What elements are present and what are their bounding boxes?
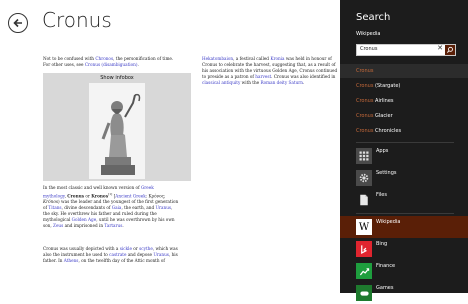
link-mythology[interactable]: mythology [43, 193, 65, 198]
back-button[interactable] [8, 13, 28, 33]
search-input[interactable]: Cronus [360, 46, 377, 52]
link-athens[interactable]: Athens [64, 258, 79, 263]
suggestion-cronus-airlines[interactable]: Cronus Airlines [340, 94, 468, 108]
back-arrow-icon [13, 18, 22, 28]
search-scope[interactable]: Wikipedia [356, 31, 380, 37]
app-bing[interactable]: Bing [340, 238, 468, 260]
app-label: Apps [376, 148, 389, 154]
app-finance[interactable]: Finance [340, 260, 468, 282]
app-label: Files [376, 192, 387, 198]
search-title: Search [356, 12, 391, 23]
suggestion-cronus-chronicles[interactable]: Cronus Chronicles [340, 124, 468, 138]
bing-icon [356, 241, 372, 257]
games-icon [356, 285, 372, 301]
app-apps[interactable]: Apps [340, 145, 468, 167]
link-greek[interactable]: Greek [141, 185, 154, 190]
article-page: Cronus Not to be confused with Chronos, … [0, 0, 340, 293]
app-files[interactable]: Files [340, 189, 468, 211]
search-button[interactable] [445, 45, 455, 55]
app-label: Finance [376, 263, 396, 269]
apps-grid-icon [356, 148, 372, 164]
link-ancient-greek[interactable]: Ancient Greek [115, 193, 145, 198]
search-icon [446, 46, 453, 53]
link-disambiguation[interactable]: Cronus (disambiguation) [85, 62, 138, 67]
app-label: Settings [376, 170, 397, 176]
link-scythe[interactable]: scythe [139, 246, 153, 251]
search-box[interactable]: Cronus ✕ [356, 44, 456, 56]
link-tartarus[interactable]: Tartarus [104, 223, 122, 228]
link-uranus[interactable]: Uranus [156, 205, 172, 210]
link-roman-saturn[interactable]: Roman deity Saturn [260, 80, 303, 85]
link-uranus-2[interactable]: Uranus [153, 252, 169, 257]
link-sickle[interactable]: sickle [120, 246, 132, 251]
clear-icon[interactable]: ✕ [437, 44, 443, 52]
article-paragraph-2: Cronus was usually depicted with a sickl… [43, 246, 178, 263]
link-titans[interactable]: Titans [48, 205, 61, 210]
suggestion-label: Cronus Glacier [356, 113, 393, 119]
link-kronia[interactable]: Kronia [270, 56, 284, 61]
suggestion-cronus[interactable]: Cronus [340, 64, 468, 78]
finance-icon [356, 263, 372, 279]
app-games[interactable]: Games [340, 282, 468, 304]
link-harvest[interactable]: harvest [255, 74, 271, 79]
wikipedia-icon: W [356, 219, 372, 235]
suggestion-label: Cronus Airlines [356, 98, 394, 104]
link-classical-antiquity[interactable]: classical antiquity [202, 80, 240, 85]
link-gaia[interactable]: Gaia [112, 205, 122, 210]
link-chronos[interactable]: Chronos [95, 56, 113, 61]
cronus-statue-image [89, 83, 145, 179]
infobox[interactable]: Show infobox [43, 73, 191, 181]
suggestion-cronus-glacier[interactable]: Cronus Glacier [340, 109, 468, 123]
link-hekatombaion[interactable]: Hekatombaion [202, 56, 233, 61]
app-label: Bing [376, 241, 388, 247]
hatnote: Not to be confused with Chronos, the per… [43, 56, 174, 67]
suggestion-label: Cronus (Stargate) [356, 83, 401, 89]
pane-divider [356, 213, 454, 214]
search-pane: Search Wikipedia Cronus ✕ Cronus Cronus … [340, 0, 468, 301]
app-label: Games [376, 285, 394, 291]
app-settings[interactable]: Settings [340, 167, 468, 189]
suggestion-label: Cronus Chronicles [356, 128, 402, 134]
page-title: Cronus [42, 8, 112, 32]
show-infobox-label[interactable]: Show infobox [43, 75, 191, 81]
suggestion-label: Cronus [356, 68, 374, 74]
suggestion-cronus-stargate[interactable]: Cronus (Stargate) [340, 79, 468, 93]
article-paragraph-1: In the most classic and well known versi… [43, 185, 179, 229]
article-column-right: Hekatombaion, a festival called Kronia w… [202, 56, 338, 85]
app-label: Wikipedia [376, 219, 401, 225]
link-castrate[interactable]: castrate [109, 252, 126, 257]
link-zeus[interactable]: Zeus [53, 223, 63, 228]
link-golden-age[interactable]: Golden Age [72, 217, 97, 222]
gear-icon [356, 170, 372, 186]
file-icon [356, 192, 372, 208]
pane-divider [356, 142, 454, 143]
app-wikipedia[interactable]: W Wikipedia [340, 216, 468, 238]
